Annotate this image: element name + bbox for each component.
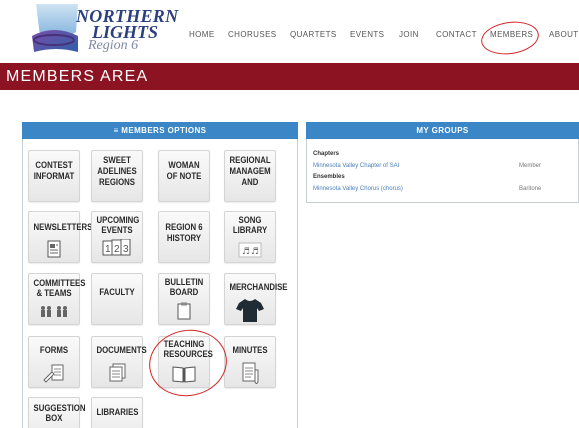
tile-libraries[interactable]: LIBRARIES — [91, 397, 143, 428]
nav-events[interactable]: EVENTS — [350, 30, 384, 39]
tile-label: DOCUMENTS — [96, 345, 147, 356]
tile-newsletters[interactable]: NEWSLETTERS — [28, 211, 93, 263]
tile-label: INFORMAT — [33, 171, 75, 182]
tile-label: MANAGEM — [229, 166, 271, 177]
svg-text:3: 3 — [123, 244, 129, 255]
tile-label: LIBRARIES — [96, 407, 139, 418]
tile-song-library[interactable]: SONG LIBRARY ♬ ♬ — [224, 211, 276, 263]
documents-icon — [109, 363, 126, 382]
clipboard-icon — [177, 302, 191, 320]
tile-label: RESOURCES — [163, 349, 213, 360]
my-groups-header: MY GROUPS — [306, 122, 579, 139]
tile-regional-management[interactable]: REGIONAL MANAGEM AND — [224, 150, 276, 202]
music-notes-icon: ♬ ♬ — [238, 242, 262, 258]
tile-committees-teams[interactable]: COMMITTEES & TEAMS — [28, 273, 85, 325]
tile-label: OF NOTE — [166, 171, 202, 182]
ensembles-label: Ensembles — [313, 174, 345, 180]
tile-label: LIBRARY — [232, 225, 268, 236]
tile-merchandise[interactable]: MERCHANDISE — [224, 273, 288, 325]
nav-about[interactable]: ABOUT — [549, 30, 579, 39]
tile-suggestion-box[interactable]: SUGGESTION BOX — [28, 397, 85, 428]
tile-teaching-resources[interactable]: TEACHING RESOURCES — [158, 336, 213, 388]
nav-choruses[interactable]: CHORUSES — [228, 30, 277, 39]
svg-text:♬: ♬ — [251, 247, 259, 257]
tile-label: AND — [241, 177, 259, 188]
nav-contact[interactable]: CONTACT — [436, 30, 477, 39]
tile-forms[interactable]: FORMS — [28, 336, 80, 388]
tile-faculty[interactable]: FACULTY — [91, 273, 143, 325]
nav-home[interactable]: HOME — [189, 30, 215, 39]
tile-label: FORMS — [39, 345, 69, 356]
tile-label: MERCHANDISE — [229, 282, 288, 293]
tile-label: ADELINES — [97, 166, 137, 177]
tile-contest-information[interactable]: CONTEST INFORMAT — [28, 150, 80, 202]
minutes-icon — [242, 362, 259, 384]
ensemble-role: Baritone — [519, 186, 542, 192]
members-area-banner: MEMBERS AREA — [0, 63, 579, 90]
nav-members[interactable]: MEMBERS — [490, 30, 533, 39]
tile-label: REGION 6 — [165, 222, 203, 233]
people-icon — [41, 306, 67, 317]
tile-label: REGIONS — [99, 177, 135, 188]
calendar-icon: 1 2 3 — [102, 239, 131, 256]
tile-label: NEWSLETTERS — [33, 222, 93, 233]
svg-text:2: 2 — [114, 244, 120, 255]
chapter-role: Member — [519, 163, 542, 169]
forms-icon — [43, 364, 64, 383]
tile-documents[interactable]: DOCUMENTS — [91, 336, 147, 388]
tile-label: BOX — [45, 413, 63, 424]
tile-label: & TEAMS — [36, 288, 72, 299]
svg-text:1: 1 — [105, 244, 111, 255]
ensemble-link[interactable]: Minnesota Valley Chorus (chorus) — [313, 186, 403, 192]
northern-lights-logo-icon — [32, 4, 78, 52]
page-title: MEMBERS AREA — [6, 68, 149, 85]
tile-label: WOMAN — [168, 160, 200, 171]
tshirt-icon — [236, 299, 264, 322]
main-nav: HOME CHORUSES QUARTETS EVENTS JOIN CONTA… — [0, 30, 579, 44]
tile-label: MINUTES — [232, 345, 268, 356]
tile-region-6-history[interactable]: REGION 6 HISTORY — [158, 211, 210, 263]
site-header: NORTHERN LIGHTS Region 6 HOME CHORUSES Q… — [0, 0, 579, 63]
chapter-link[interactable]: Minnesota Valley Chapter of SAI — [313, 163, 399, 169]
tile-minutes[interactable]: MINUTES — [224, 336, 276, 388]
newsletter-icon — [47, 240, 61, 258]
nav-quartets[interactable]: QUARTETS — [290, 30, 337, 39]
members-options-header: ≡ MEMBERS OPTIONS — [22, 122, 298, 139]
tile-label: BOARD — [169, 287, 199, 298]
book-icon — [172, 366, 196, 383]
chapters-label: Chapters — [313, 151, 340, 157]
tile-label: REGIONAL — [229, 155, 271, 166]
tile-bulletin-board[interactable]: BULLETIN BOARD — [158, 273, 210, 325]
tile-label: CONTEST — [35, 160, 73, 171]
tile-sweet-adelines-regions[interactable]: SWEET ADELINES REGIONS — [91, 150, 143, 202]
page: NORTHERN LIGHTS Region 6 HOME CHORUSES Q… — [0, 0, 579, 428]
svg-text:♬: ♬ — [242, 247, 250, 257]
tile-woman-of-note[interactable]: WOMAN OF NOTE — [158, 150, 210, 202]
tile-label: HISTORY — [166, 233, 202, 244]
tile-label: SWEET — [103, 155, 131, 166]
tile-label: EVENTS — [101, 225, 133, 236]
tile-label: FACULTY — [99, 287, 135, 298]
tile-upcoming-events[interactable]: UPCOMING EVENTS 1 2 3 — [91, 211, 143, 263]
my-groups-panel: Chapters Minnesota Valley Chapter of SAI… — [306, 139, 579, 203]
nav-join[interactable]: JOIN — [399, 30, 419, 39]
